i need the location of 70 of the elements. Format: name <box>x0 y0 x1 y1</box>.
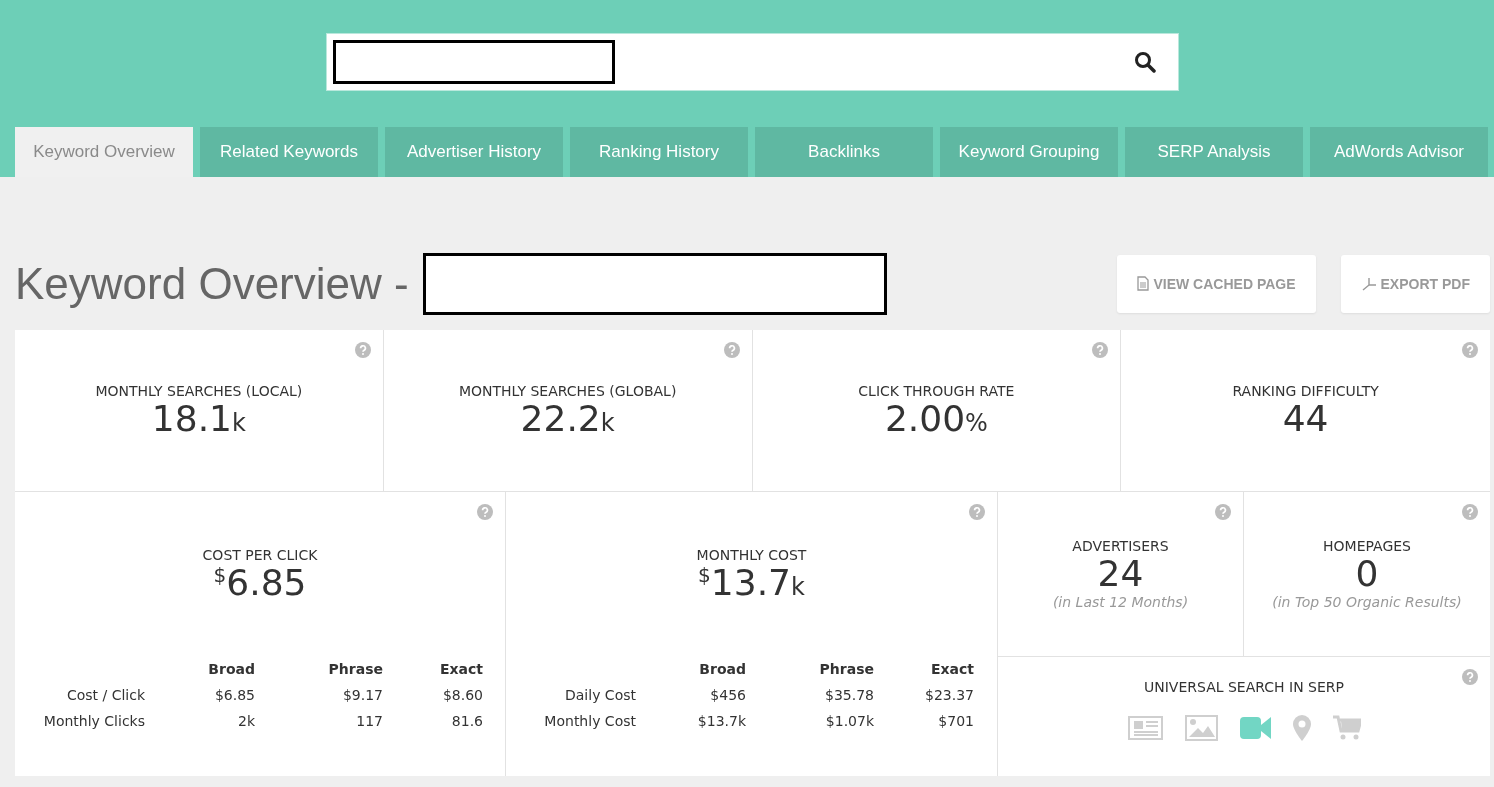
table-cell-text: 81.6 <box>450 712 483 729</box>
table-cell-text: $13.7k <box>696 712 746 729</box>
table-cell-text: $35.78 <box>824 686 874 703</box>
metric-label: MONTHLY COST <box>696 547 807 563</box>
search-icon[interactable] <box>1134 51 1156 73</box>
video-camera-icon[interactable] <box>1239 716 1271 740</box>
table-cell-text: $1.07k <box>824 712 874 729</box>
help-icon[interactable] <box>1462 669 1478 685</box>
help-icon[interactable] <box>354 342 371 358</box>
metric-label: COST PER CLICK <box>202 547 318 563</box>
metric-value: 0 <box>1355 554 1379 594</box>
metric-note: (in Top 50 Organic Results) <box>1272 593 1462 610</box>
table-cell-text: $701 <box>937 712 974 729</box>
metric-note: (in Last 12 Months) <box>1052 593 1189 610</box>
row-label: Monthly Clicks <box>42 712 145 729</box>
table-cell-text: 2k <box>237 712 255 729</box>
metric-value: 18.1 k <box>151 398 246 439</box>
metric-value: $^{$}$6.85 <box>213 563 307 603</box>
tab[interactable]: Keyword Overview <box>15 127 193 177</box>
document-icon <box>1137 276 1150 291</box>
table-cell-text: 117 <box>355 712 383 729</box>
image-icon[interactable] <box>1184 715 1218 741</box>
help-icon[interactable] <box>1462 504 1478 520</box>
help-icon[interactable] <box>1092 342 1109 358</box>
metric-value: 44 <box>1282 398 1329 439</box>
page-title: Keyword Overview - <box>15 258 409 309</box>
section-label: UNIVERSAL SEARCH IN SERP <box>1144 679 1344 695</box>
map-pin-icon[interactable] <box>1292 715 1311 741</box>
tab[interactable]: AdWords Advisor <box>1310 127 1488 177</box>
shopping-cart-icon[interactable] <box>1332 715 1361 741</box>
tab[interactable]: Keyword Grouping <box>940 127 1118 177</box>
help-icon[interactable] <box>723 342 740 358</box>
column-header: Phrase <box>818 660 874 677</box>
table-cell-text: $23.37 <box>924 686 974 703</box>
metric-value: $^{$}$13.7 k <box>698 563 805 603</box>
column-header: Exact <box>438 660 483 677</box>
table-cell-text: $6.85 <box>213 686 255 703</box>
search-field[interactable] <box>326 33 1179 91</box>
pdf-icon <box>1360 276 1377 291</box>
metric-value: 2.00% <box>884 398 988 439</box>
metric-label: HOMEPAGES <box>1323 538 1411 555</box>
row-label: Monthly Cost <box>543 712 636 729</box>
metric-label: ADVERTISERS <box>1072 538 1169 555</box>
table-cell-text: $456 <box>709 686 746 703</box>
column-header: Broad <box>207 660 255 677</box>
column-header: Exact <box>929 660 974 677</box>
action-button[interactable]: VIEW CACHED PAGE <box>1117 254 1316 313</box>
metric-value: 22.2 k <box>520 398 615 439</box>
tab[interactable]: Ranking History <box>570 127 748 177</box>
metric-label: RANKING DIFFICULTY <box>1232 382 1379 399</box>
column-header: Broad <box>698 660 746 677</box>
table-cell-text: $9.17 <box>341 686 383 703</box>
metric-label: MONTHLY SEARCHES (GLOBAL) <box>458 382 677 399</box>
tab[interactable]: SERP Analysis <box>1125 127 1303 177</box>
tab[interactable]: Advertiser History <box>385 127 563 177</box>
help-icon[interactable] <box>477 504 493 520</box>
table-cell-text: $8.60 <box>441 686 483 703</box>
tab[interactable]: Backlinks <box>755 127 933 177</box>
metric-value: 24 <box>1097 554 1144 594</box>
action-button[interactable]: EXPORT PDF <box>1340 254 1490 313</box>
help-icon[interactable] <box>1462 342 1478 358</box>
row-label: Daily Cost <box>564 686 636 703</box>
tab[interactable]: Related Keywords <box>200 127 378 177</box>
newspaper-icon[interactable] <box>1127 716 1163 740</box>
row-label: Cost / Click <box>65 686 145 703</box>
column-header: Phrase <box>327 660 383 677</box>
help-icon[interactable] <box>1215 504 1231 520</box>
help-icon[interactable] <box>969 504 985 520</box>
metric-label: MONTHLY SEARCHES (LOCAL) <box>95 382 303 399</box>
metric-label: CLICK THROUGH RATE <box>858 382 1015 399</box>
